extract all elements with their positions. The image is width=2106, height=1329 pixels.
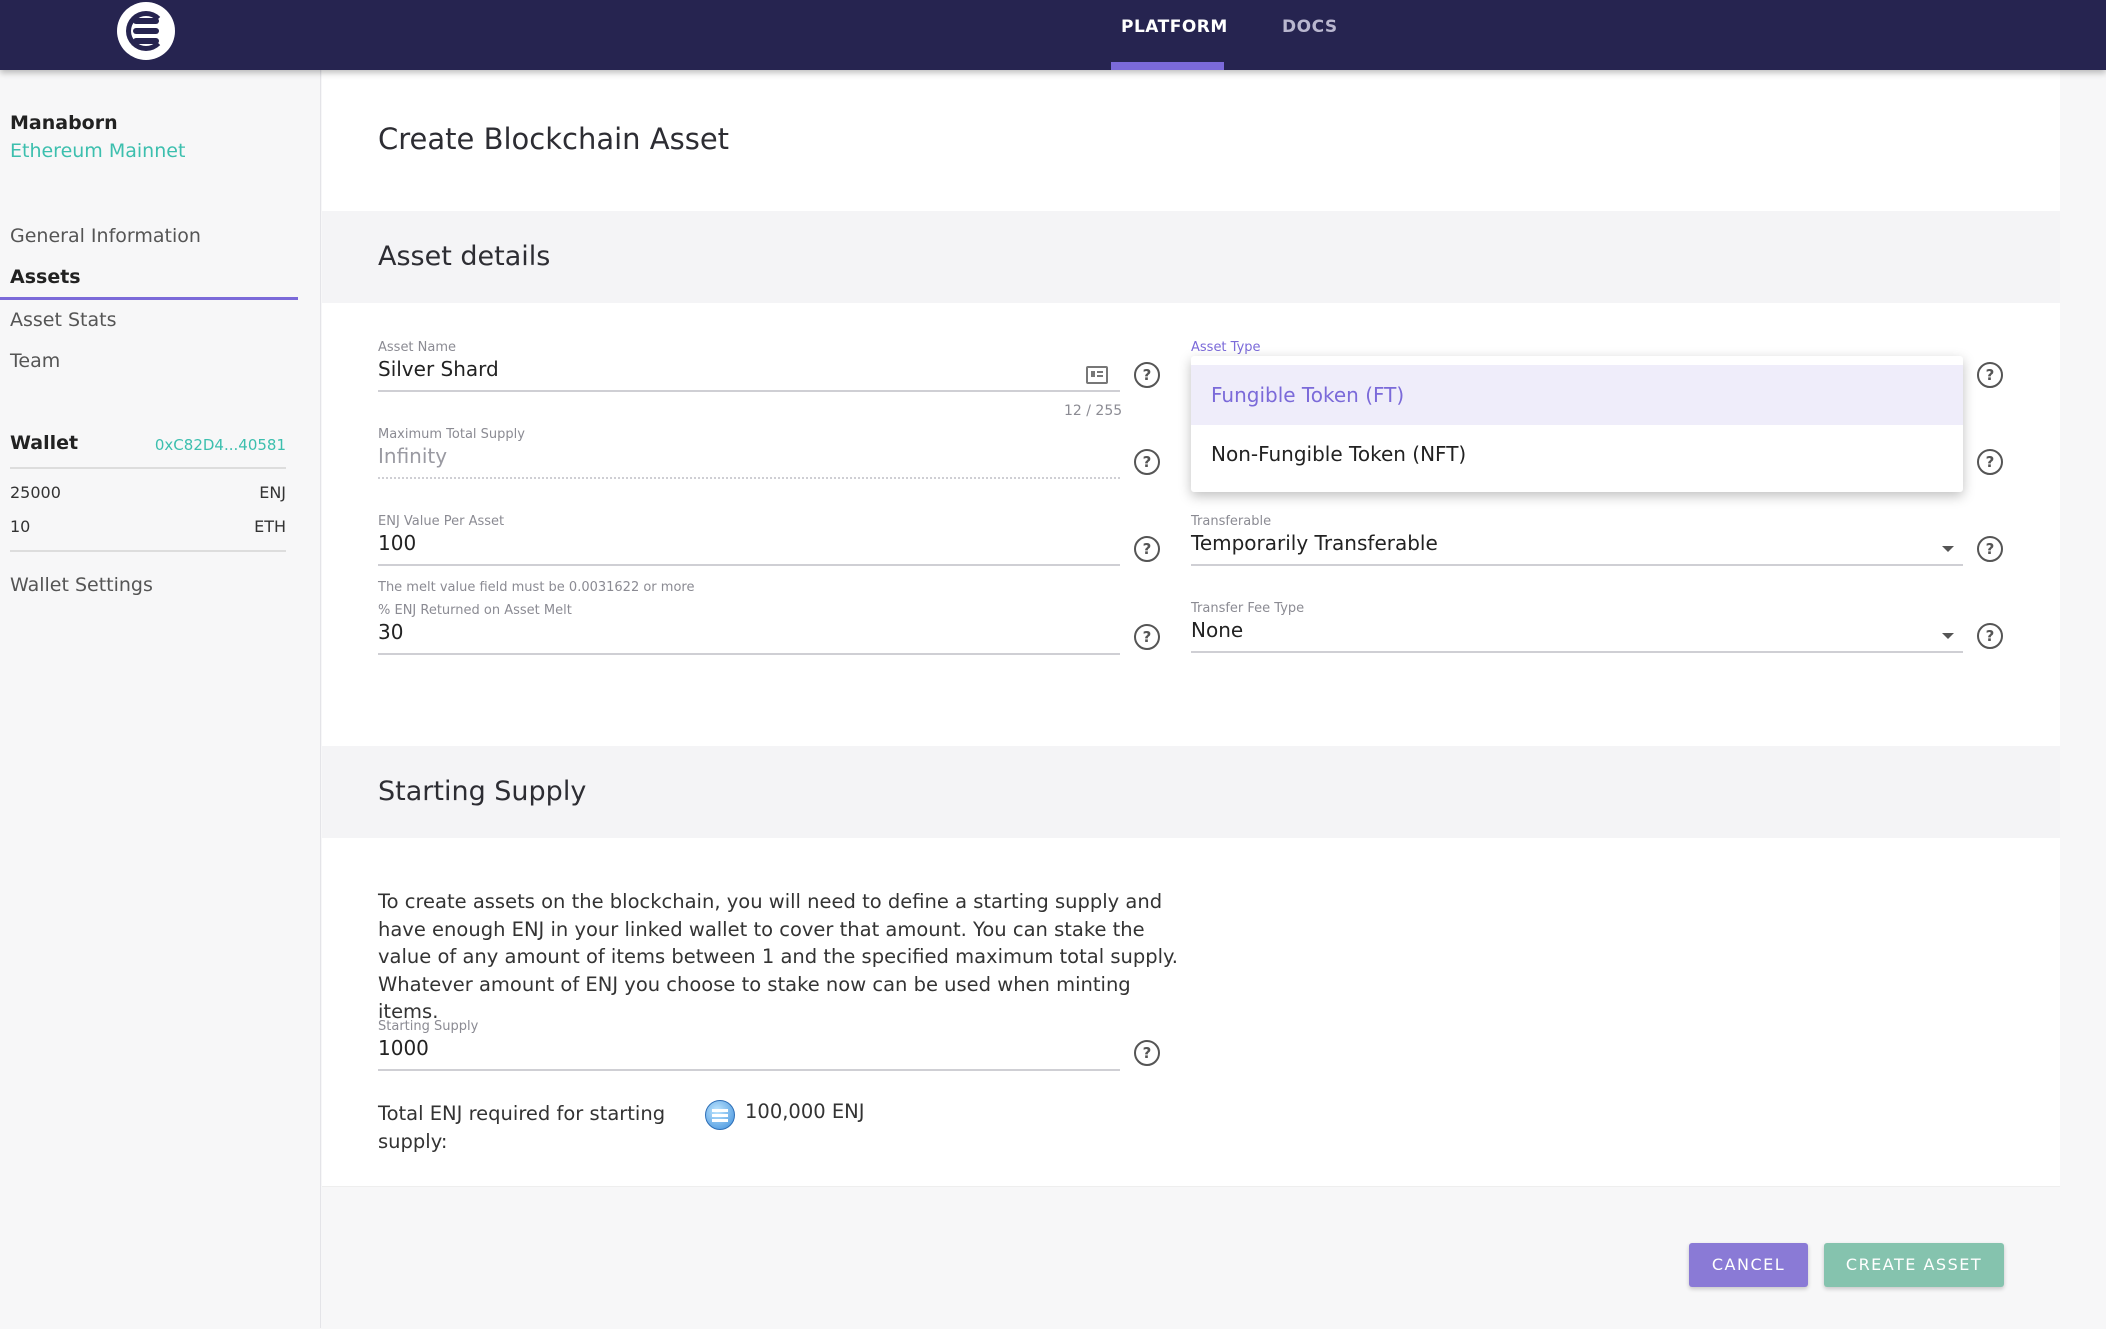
- starting-supply-input[interactable]: 1000: [378, 1036, 429, 1060]
- transfer-fee-underline: [1191, 651, 1963, 653]
- asset-name-underline: [378, 390, 1120, 392]
- asset-details-title: Asset details: [378, 241, 551, 272]
- enj-value-hint: The melt value field must be 0.0031622 o…: [378, 580, 695, 595]
- transfer-fee-dropdown-caret-icon[interactable]: [1942, 633, 1954, 639]
- project-name: Manaborn: [10, 112, 118, 134]
- sidebar-item-assets[interactable]: Assets: [10, 266, 81, 288]
- transferable-field[interactable]: Transferable Temporarily Transferable: [1191, 514, 1963, 574]
- melt-return-underline: [378, 653, 1120, 655]
- network-link[interactable]: Ethereum Mainnet: [10, 140, 185, 162]
- transfer-fee-field[interactable]: Transfer Fee Type None: [1191, 601, 1963, 661]
- max-supply-field[interactable]: Maximum Total Supply Infinity: [378, 427, 1120, 487]
- sidebar-item-general-information[interactable]: General Information: [10, 225, 201, 247]
- starting-supply-header: Starting Supply: [322, 746, 2060, 838]
- page-title: Create Blockchain Asset: [378, 122, 730, 156]
- enj-value-underline: [378, 564, 1120, 566]
- enj-value-field[interactable]: ENJ Value Per Asset 100: [378, 514, 1120, 574]
- asset-type-help-icon[interactable]: ?: [1977, 362, 2003, 388]
- max-supply-input[interactable]: Infinity: [378, 444, 447, 468]
- balance-unit-eth: ETH: [254, 517, 286, 536]
- transferable-select[interactable]: Temporarily Transferable: [1191, 531, 1438, 555]
- sidebar-item-team[interactable]: Team: [10, 350, 60, 372]
- nav-platform[interactable]: PLATFORM: [1121, 17, 1228, 37]
- option-non-fungible-token[interactable]: Non-Fungible Token (NFT): [1191, 424, 1963, 484]
- starting-supply-label: Starting Supply: [378, 1019, 479, 1034]
- transfer-fee-label: Transfer Fee Type: [1191, 601, 1305, 616]
- asset-name-field[interactable]: Asset Name Silver Shard: [378, 340, 1120, 400]
- transferable-label: Transferable: [1191, 514, 1272, 529]
- sidebar-item-asset-stats[interactable]: Asset Stats: [10, 309, 116, 331]
- cancel-button[interactable]: CANCEL: [1689, 1243, 1808, 1287]
- transfer-fee-help-icon[interactable]: ?: [1977, 623, 2003, 649]
- enj-value-help-icon[interactable]: ?: [1134, 536, 1160, 562]
- supply-type-help-icon[interactable]: ?: [1977, 449, 2003, 475]
- total-enj-value: 100,000 ENJ: [745, 1100, 865, 1123]
- transfer-fee-select[interactable]: None: [1191, 618, 1243, 642]
- transferable-dropdown-caret-icon[interactable]: [1942, 546, 1954, 552]
- starting-supply-title: Starting Supply: [378, 776, 587, 807]
- balance-amount-eth: 10: [10, 517, 31, 536]
- max-supply-underline: [378, 477, 1120, 479]
- melt-return-label: % ENJ Returned on Asset Melt: [378, 603, 572, 618]
- enj-value-label: ENJ Value Per Asset: [378, 514, 505, 529]
- starting-supply-description: To create assets on the blockchain, you …: [378, 890, 1178, 1023]
- starting-supply-underline: [378, 1069, 1120, 1071]
- max-supply-label: Maximum Total Supply: [378, 427, 525, 442]
- max-supply-help-icon[interactable]: ?: [1134, 449, 1160, 475]
- starting-supply-help-icon[interactable]: ?: [1134, 1040, 1160, 1066]
- asset-name-input[interactable]: Silver Shard: [378, 357, 499, 381]
- sidebar-active-indicator: [0, 297, 298, 300]
- asset-type-label: Asset Type: [1191, 340, 1261, 355]
- nav-active-indicator: [1111, 62, 1224, 70]
- top-nav-bar: PLATFORM DOCS: [0, 0, 2106, 70]
- transferable-underline: [1191, 564, 1963, 566]
- asset-name-counter: 12 / 255: [1064, 403, 1123, 419]
- melt-return-input[interactable]: 30: [378, 620, 403, 644]
- transferable-help-icon[interactable]: ?: [1977, 536, 2003, 562]
- nav-docs[interactable]: DOCS: [1282, 17, 1338, 37]
- wallet-address[interactable]: 0xC82D4...40581: [155, 436, 286, 454]
- create-asset-button[interactable]: CREATE ASSET: [1824, 1243, 2004, 1287]
- asset-name-help-icon[interactable]: ?: [1134, 362, 1160, 388]
- enj-value-input[interactable]: 100: [378, 531, 416, 555]
- balance-amount-enj: 25000: [10, 483, 61, 502]
- asset-details-header: Asset details: [322, 211, 2060, 303]
- melt-return-help-icon[interactable]: ?: [1134, 624, 1160, 650]
- id-card-icon[interactable]: [1086, 366, 1108, 384]
- asset-name-label: Asset Name: [378, 340, 457, 355]
- sidebar-item-wallet-settings[interactable]: Wallet Settings: [10, 574, 153, 596]
- enj-coin-icon: [705, 1100, 735, 1130]
- option-fungible-token[interactable]: Fungible Token (FT): [1191, 365, 1963, 425]
- balance-divider: [10, 550, 286, 552]
- wallet-divider: [10, 467, 286, 469]
- starting-supply-field[interactable]: Starting Supply 1000: [378, 1019, 1120, 1079]
- asset-type-dropdown-menu: Fungible Token (FT) Non-Fungible Token (…: [1191, 356, 1963, 492]
- enjin-logo-icon[interactable]: [117, 2, 175, 60]
- wallet-label: Wallet: [10, 432, 79, 454]
- total-enj-label: Total ENJ required for starting supply:: [378, 1102, 666, 1153]
- balance-unit-enj: ENJ: [259, 483, 286, 502]
- sidebar: Manaborn Ethereum Mainnet General Inform…: [0, 70, 321, 1328]
- melt-return-field[interactable]: % ENJ Returned on Asset Melt 30: [378, 603, 1120, 663]
